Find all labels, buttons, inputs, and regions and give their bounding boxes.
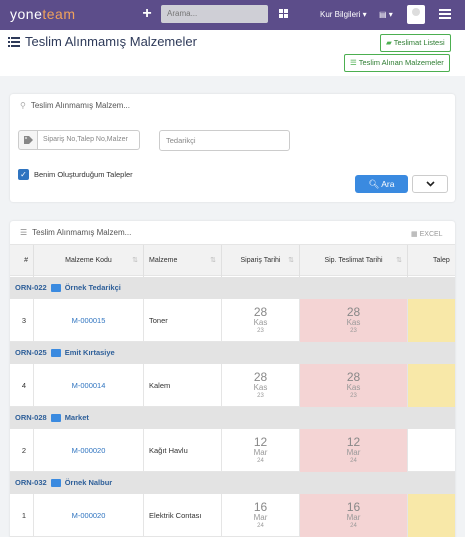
table-header: # Malzeme Kodu ⇅ Malzeme ⇅ Sipariş Tarihi ⇅… — [10, 244, 455, 277]
col-material[interactable]: Malzeme ⇅ — [144, 245, 222, 277]
table-row[interactable]: 1 M-000020 Elektrik Contası 16 Mar 24 16 Mar 24 — [10, 494, 455, 537]
table-row[interactable]: 2 M-000020 Kağıt Havlu 12 Mar 24 12 Mar 24 — [10, 429, 455, 472]
order-group-row[interactable]: ORN-028 Market — [10, 407, 455, 429]
top-navbar: yoneteam + Kur Bilgileri ▾ ▤ ▾ — [0, 0, 465, 30]
order-date: 12 Mar 24 — [222, 429, 300, 472]
order-number-field[interactable]: Sipariş No,Talep No,Malzer — [18, 130, 140, 150]
order-number[interactable]: ORN-032 — [15, 472, 47, 494]
delivery-date: 28 Kas 23 — [300, 364, 408, 407]
col-material-code[interactable]: Malzeme Kodu ⇅ — [34, 245, 144, 277]
col-request[interactable]: Talep — [408, 245, 455, 277]
list-icon: ☰ — [20, 228, 28, 237]
supplier-name[interactable]: Emit Kırtasiye — [65, 342, 115, 364]
order-group-row[interactable]: ORN-025 Emit Kırtasiye — [10, 342, 455, 364]
checkbox-checked-icon[interactable]: ✓ — [18, 169, 29, 180]
filter-panel: ⚲ Teslim Alınmamış Malzem... Sipariş No,… — [10, 94, 455, 202]
list-icon — [8, 36, 20, 47]
sort-icon: ⇅ — [132, 257, 138, 264]
chevron-down-icon — [425, 181, 435, 187]
supplier-name[interactable]: Örnek Nalbur — [65, 472, 113, 494]
request-cell — [408, 364, 455, 407]
materials-table-panel: ☰ Teslim Alınmamış Malzem... ▦ EXCEL # Ma… — [10, 221, 455, 537]
row-number: 4 — [10, 364, 34, 407]
table-title: ☰ Teslim Alınmamış Malzem... — [20, 228, 132, 237]
supplier-name[interactable]: Örnek Tedarikçi — [65, 277, 121, 299]
order-group-row[interactable]: ORN-032 Örnek Nalbur — [10, 472, 455, 494]
request-cell — [408, 299, 455, 342]
table-row[interactable]: 3 M-000015 Toner 28 Kas 23 28 Kas 23 — [10, 299, 455, 342]
sort-icon: ⇅ — [288, 257, 294, 264]
more-options-button[interactable] — [412, 175, 448, 193]
request-cell — [408, 429, 455, 472]
material-name: Elektrik Contası — [144, 494, 222, 537]
hamburger-menu-icon[interactable] — [439, 9, 451, 19]
order-number[interactable]: ORN-022 — [15, 277, 47, 299]
material-code-link[interactable]: M-000020 — [34, 429, 144, 472]
order-date: 28 Kas 23 — [222, 299, 300, 342]
order-date: 28 Kas 23 — [222, 364, 300, 407]
row-number: 3 — [10, 299, 34, 342]
store-icon — [50, 414, 61, 422]
language-dropdown[interactable]: ▤ ▾ — [379, 10, 393, 19]
col-delivery-date[interactable]: Sip. Teslimat Tarihi ⇅ — [300, 245, 408, 277]
material-code-link[interactable]: M-000015 — [34, 299, 144, 342]
table-icon: ▦ — [411, 231, 418, 238]
sort-icon: ⇅ — [396, 257, 402, 264]
excel-export-button[interactable]: ▦ EXCEL — [411, 230, 443, 239]
app-logo[interactable]: yoneteam — [10, 6, 75, 22]
my-requests-checkbox[interactable]: ✓ Benim Oluşturduğum Talepler — [18, 169, 133, 180]
list-icon: ☰ — [350, 58, 357, 67]
delivery-date: 12 Mar 24 — [300, 429, 408, 472]
search-button[interactable]: 🔍︎ Ara — [355, 175, 408, 193]
add-button[interactable]: + — [140, 5, 154, 23]
request-cell — [408, 494, 455, 537]
material-name: Kalem — [144, 364, 222, 407]
page-title: Teslim Alınmamış Malzemeler — [8, 34, 197, 49]
material-name: Kağıt Havlu — [144, 429, 222, 472]
tag-icon — [18, 130, 37, 150]
order-number[interactable]: ORN-025 — [15, 342, 47, 364]
order-group-row[interactable]: ORN-022 Örnek Tedarikçi — [10, 277, 455, 299]
row-number: 1 — [10, 494, 34, 537]
delivery-date: 28 Kas 23 — [300, 299, 408, 342]
user-avatar[interactable] — [407, 5, 425, 24]
table-row[interactable]: 4 M-000014 Kalem 28 Kas 23 28 Kas 23 — [10, 364, 455, 407]
supplier-name[interactable]: Market — [65, 407, 89, 429]
material-code-link[interactable]: M-000020 — [34, 494, 144, 537]
search-input[interactable] — [161, 5, 268, 23]
search-icon: ⚲ — [20, 101, 26, 110]
page-header: Teslim Alınmamış Malzemeler ▰ Teslimat Li… — [0, 30, 465, 76]
delivery-list-button[interactable]: ▰ Teslimat Listesi — [380, 34, 451, 52]
order-number[interactable]: ORN-028 — [15, 407, 47, 429]
order-number-input[interactable]: Sipariş No,Talep No,Malzer — [37, 130, 140, 150]
currency-info-dropdown[interactable]: Kur Bilgileri ▾ — [320, 10, 367, 19]
row-number: 2 — [10, 429, 34, 472]
col-number[interactable]: # — [10, 245, 34, 277]
sort-icon: ⇅ — [210, 257, 216, 264]
material-name: Toner — [144, 299, 222, 342]
store-icon — [50, 479, 61, 487]
supplier-input[interactable]: Tedarikçi — [159, 130, 290, 151]
barcode-icon[interactable] — [279, 9, 288, 18]
order-date: 16 Mar 24 — [222, 494, 300, 537]
received-materials-button[interactable]: ☰ Teslim Alınan Malzemeler — [344, 54, 450, 72]
search-icon: 🔍︎ — [368, 179, 380, 189]
col-order-date[interactable]: Sipariş Tarihi ⇅ — [222, 245, 300, 277]
delivery-date: 16 Mar 24 — [300, 494, 408, 537]
filter-title: ⚲ Teslim Alınmamış Malzem... — [20, 101, 130, 110]
material-code-link[interactable]: M-000014 — [34, 364, 144, 407]
store-icon — [50, 284, 61, 292]
truck-icon: ▰ — [386, 38, 392, 47]
store-icon — [50, 349, 61, 357]
